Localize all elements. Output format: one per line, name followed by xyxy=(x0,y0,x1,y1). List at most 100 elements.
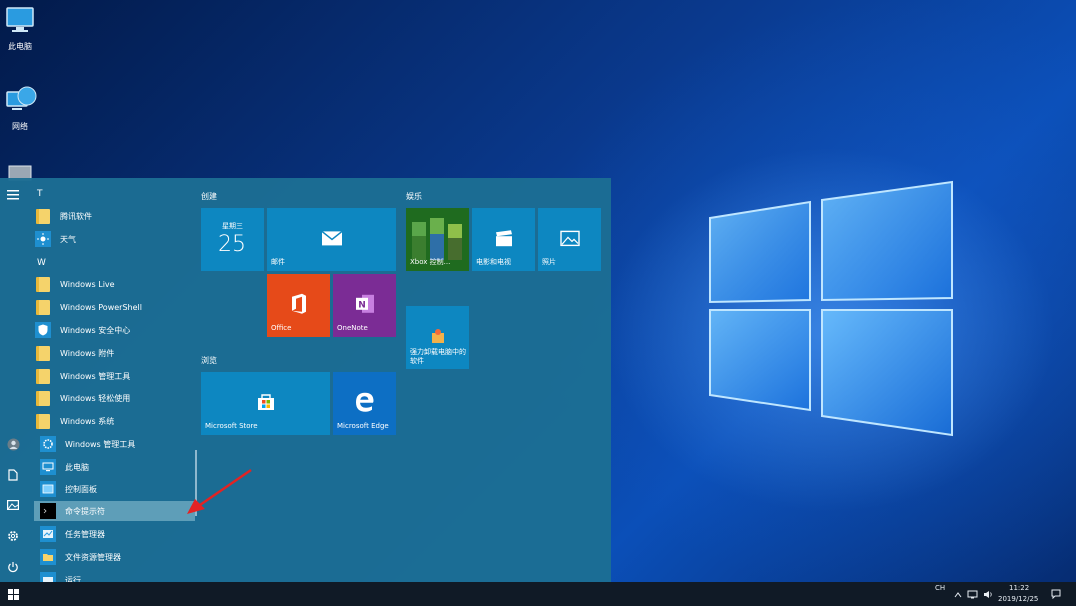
desktop-icon-network[interactable]: 网络 xyxy=(0,86,40,132)
app-list[interactable]: T 腾讯软件 ⌄ 天气 W Windows Live ⌄ Windows Pow… xyxy=(27,178,195,582)
desktop-icon-label: 此电脑 xyxy=(8,42,32,51)
network-icon xyxy=(6,86,37,110)
volume-icon[interactable] xyxy=(983,590,993,599)
clock-time[interactable]: 11:22 xyxy=(1009,584,1029,592)
desktop-icon-label: 网络 xyxy=(12,122,28,131)
folder-icon xyxy=(35,299,51,315)
tile-office[interactable]: Office xyxy=(267,274,330,337)
clock-date[interactable]: 2019/12/25 xyxy=(998,595,1038,603)
documents-button[interactable] xyxy=(2,464,24,486)
app-label: 文件资源管理器 xyxy=(65,552,121,562)
tile-microsoft-store[interactable]: Microsoft Store xyxy=(201,372,330,435)
pictures-icon xyxy=(7,500,19,510)
group-title-browse[interactable]: 浏览 xyxy=(201,355,217,366)
folder-icon xyxy=(35,390,51,406)
app-folder-ease-of-access[interactable]: Windows 轻松使用 ⌄ xyxy=(35,388,195,408)
start-button[interactable] xyxy=(0,582,26,606)
app-label: Windows 系统 xyxy=(60,416,115,426)
edge-icon xyxy=(355,392,373,412)
app-folder-tencent[interactable]: 腾讯软件 ⌄ xyxy=(35,206,195,226)
photos-icon xyxy=(559,230,580,246)
app-run[interactable]: 运行 xyxy=(40,570,190,582)
file-explorer-icon xyxy=(40,549,56,565)
folder-icon xyxy=(35,208,51,224)
app-label: Windows 轻松使用 xyxy=(60,393,131,403)
app-label: Windows Live xyxy=(60,279,115,289)
section-header-t[interactable]: T xyxy=(37,189,43,199)
app-command-prompt[interactable]: 命令提示符 xyxy=(34,501,195,521)
tile-movies-tv[interactable]: 电影和电视 xyxy=(472,208,535,271)
chevron-up-icon[interactable] xyxy=(954,592,962,598)
group-title-entertainment[interactable]: 娱乐 xyxy=(406,191,422,202)
onenote-icon: N xyxy=(355,294,374,313)
app-label: 命令提示符 xyxy=(65,506,105,516)
app-folder-accessories[interactable]: Windows 附件 ⌄ xyxy=(35,343,195,363)
settings-button[interactable] xyxy=(2,525,24,547)
start-rail xyxy=(0,178,27,582)
annotation-arrow-icon xyxy=(187,468,252,514)
tile-microsoft-edge[interactable]: Microsoft Edge xyxy=(333,372,396,435)
app-control-panel[interactable]: 控制面板 xyxy=(40,479,190,499)
tile-photos[interactable]: 照片 xyxy=(538,208,601,271)
admin-tools-icon xyxy=(40,436,56,452)
app-label: 此电脑 xyxy=(65,462,89,472)
folder-icon xyxy=(35,345,51,361)
windows-logo-wallpaper xyxy=(709,180,953,437)
app-this-pc[interactable]: 此电脑 xyxy=(40,457,190,477)
app-folder-powershell[interactable]: Windows PowerShell ⌄ xyxy=(35,297,195,317)
store-icon xyxy=(257,393,274,410)
tile-mail[interactable]: 邮件 xyxy=(267,208,396,271)
weather-icon xyxy=(35,231,51,247)
app-label: Windows 管理工具 xyxy=(65,439,136,449)
tile-label: 照片 xyxy=(542,258,556,266)
folder-icon xyxy=(35,413,51,429)
app-label: 天气 xyxy=(60,234,76,244)
hamburger-menu-button[interactable] xyxy=(2,184,24,206)
app-sys-admin-tools[interactable]: Windows 管理工具 xyxy=(40,434,190,454)
group-title-create[interactable]: 创建 xyxy=(201,191,217,202)
power-icon xyxy=(8,562,18,573)
windows-start-icon xyxy=(7,588,19,600)
app-label: Windows 附件 xyxy=(60,348,115,358)
tile-label: Office xyxy=(271,324,292,332)
tile-label: Xbox 控制... xyxy=(410,258,451,266)
app-task-manager[interactable]: 任务管理器 xyxy=(40,524,190,544)
uninstaller-icon xyxy=(432,329,444,343)
tile-uninstaller[interactable]: 强力卸载电脑中的软件 xyxy=(406,306,469,369)
run-icon xyxy=(40,572,56,582)
user-account-button[interactable] xyxy=(2,433,24,455)
document-icon xyxy=(8,469,18,481)
app-folder-admin-tools[interactable]: Windows 管理工具 ⌄ xyxy=(35,366,195,386)
section-header-w[interactable]: W xyxy=(37,258,46,268)
notification-icon[interactable] xyxy=(1051,589,1061,599)
app-label: 控制面板 xyxy=(65,484,97,494)
pictures-button[interactable] xyxy=(2,494,24,516)
clapperboard-icon xyxy=(495,229,512,246)
this-pc-icon xyxy=(6,7,34,32)
app-file-explorer[interactable]: 文件资源管理器 xyxy=(40,547,190,567)
tile-label: Microsoft Edge xyxy=(337,422,389,430)
task-manager-icon xyxy=(40,526,56,542)
power-button[interactable] xyxy=(2,556,24,578)
desktop-icon-this-pc[interactable]: 此电脑 xyxy=(0,6,40,52)
app-label: 任务管理器 xyxy=(65,529,105,539)
app-security-center[interactable]: Windows 安全中心 xyxy=(35,320,195,340)
network-status-icon[interactable] xyxy=(967,590,978,599)
settings-icon xyxy=(8,531,18,541)
tile-label: 电影和电视 xyxy=(476,258,511,266)
app-label: Windows PowerShell xyxy=(60,302,142,312)
tile-onenote[interactable]: N OneNote xyxy=(333,274,396,337)
input-method-indicator[interactable]: CH xyxy=(935,584,945,592)
tile-label: 强力卸载电脑中的软件 xyxy=(410,348,466,365)
app-weather[interactable]: 天气 xyxy=(35,229,195,249)
svg-text:N: N xyxy=(358,300,366,310)
office-icon xyxy=(291,293,306,314)
app-folder-windows-live[interactable]: Windows Live ⌄ xyxy=(35,274,195,294)
calendar-weekday: 星期三 xyxy=(222,222,243,230)
tile-label: Microsoft Store xyxy=(205,422,258,430)
tile-calendar[interactable]: 星期三 25 xyxy=(201,208,264,271)
tile-xbox[interactable]: Xbox 控制... xyxy=(406,208,469,271)
tile-label: OneNote xyxy=(337,324,368,332)
app-folder-windows-system[interactable]: Windows 系统 ⌃ xyxy=(35,411,195,431)
folder-icon xyxy=(35,276,51,292)
